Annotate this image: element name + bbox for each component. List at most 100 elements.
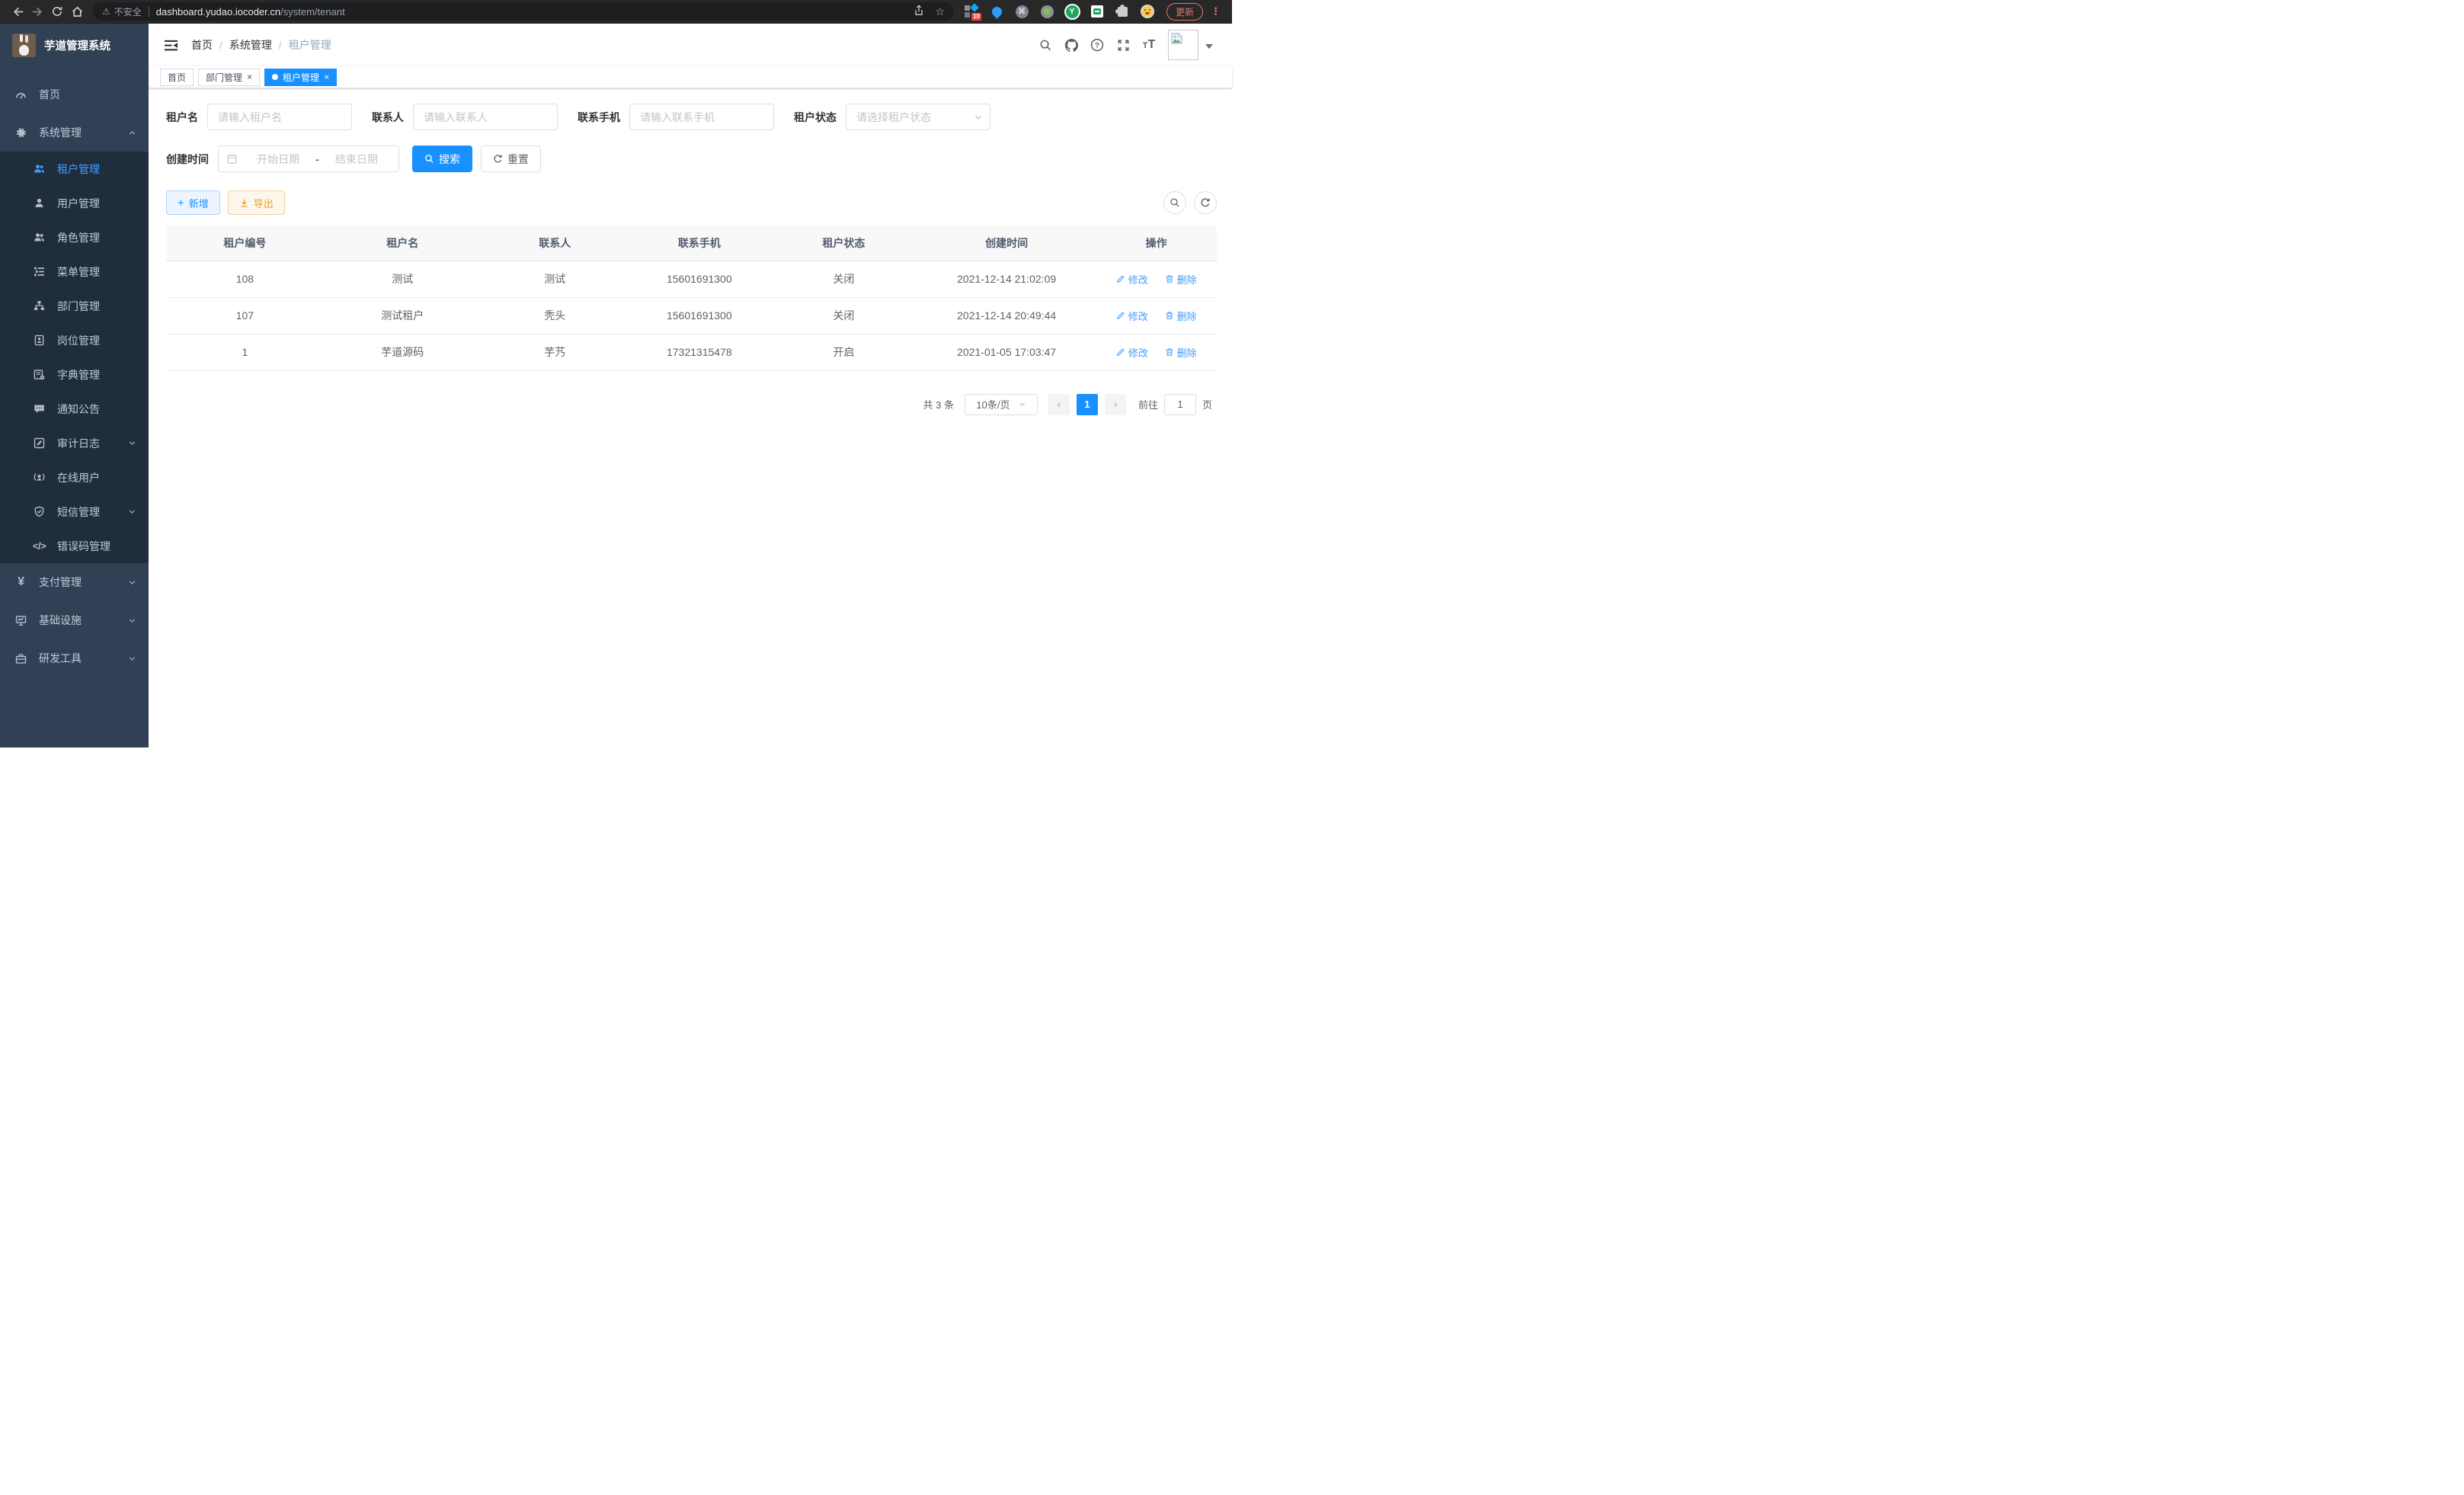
avatar-caret-icon[interactable] <box>1205 44 1213 53</box>
users-icon <box>33 163 46 174</box>
app-logo-row[interactable]: 芋道管理系统 <box>0 24 149 66</box>
map-pin-extension-icon[interactable] <box>990 5 1003 18</box>
add-button[interactable]: + 新增 <box>166 190 220 215</box>
sidebar-item-dict-management[interactable]: 字典管理 <box>0 357 149 392</box>
tenant-name-label: 租户名 <box>166 110 198 125</box>
sidebar-item-tenant-management[interactable]: 租户管理 <box>0 152 149 186</box>
table-row: 1 芋道源码 芋艿 17321315478 开启 2021-01-05 17:0… <box>166 334 1217 370</box>
help-icon[interactable]: ? <box>1084 38 1110 52</box>
forward-icon[interactable] <box>27 2 47 21</box>
export-button[interactable]: 导出 <box>228 190 285 215</box>
sidebar-fold-icon[interactable] <box>164 38 178 53</box>
url-bar[interactable]: ⚠ 不安全 dashboard.yudao.iocoder.cn/system/… <box>93 2 954 21</box>
extension-grid-icon[interactable]: 10 <box>965 5 978 18</box>
avatar[interactable] <box>1168 30 1198 60</box>
sidebar-item-label: 菜单管理 <box>57 264 100 280</box>
github-icon[interactable] <box>1058 38 1084 53</box>
y-extension-icon[interactable]: Y <box>1065 5 1079 18</box>
app-logo <box>12 34 36 57</box>
cell-tenant-id: 1 <box>166 334 324 370</box>
font-size-icon[interactable]: TT <box>1136 38 1162 52</box>
cell-actions: 修改 删除 <box>1096 334 1217 370</box>
edit-link[interactable]: 修改 <box>1116 309 1148 323</box>
contact-input[interactable] <box>413 104 558 130</box>
tenant-name-input[interactable] <box>207 104 352 130</box>
sidebar-item-notice-announcement[interactable]: 通知公告 <box>0 392 149 426</box>
delete-link[interactable]: 删除 <box>1165 345 1197 360</box>
tenant-table: 租户编号 租户名 联系人 联系手机 租户状态 创建时间 操作 108 测试 测试 <box>166 226 1217 371</box>
command-extension-icon[interactable]: ⌘ <box>1015 5 1029 18</box>
delete-link[interactable]: 删除 <box>1165 272 1197 287</box>
reset-button[interactable]: 重置 <box>481 146 541 172</box>
tenant-status-select[interactable] <box>846 104 990 130</box>
cell-created: 2021-12-14 21:02:09 <box>917 261 1096 297</box>
search-button[interactable]: 搜索 <box>412 146 472 172</box>
home-icon[interactable] <box>67 2 87 21</box>
delete-link[interactable]: 删除 <box>1165 309 1197 323</box>
sidebar-item-label: 错误码管理 <box>57 539 110 554</box>
close-icon[interactable]: × <box>247 72 252 82</box>
sidebar-item-label: 基础设施 <box>39 613 82 628</box>
sidebar-item-home[interactable]: 首页 <box>0 75 149 114</box>
sidebar-item-menu-management[interactable]: 菜单管理 <box>0 255 149 289</box>
breadcrumb-system[interactable]: 系统管理 <box>229 37 272 53</box>
prev-page-button[interactable]: ‹ <box>1048 394 1070 415</box>
sidebar-item-sms-management[interactable]: 短信管理 <box>0 495 149 529</box>
cell-tenant-id: 108 <box>166 261 324 297</box>
breadcrumb-home[interactable]: 首页 <box>191 37 213 53</box>
chevron-down-icon <box>128 439 136 447</box>
tab-home[interactable]: 首页 <box>160 69 194 86</box>
date-start-placeholder: 开始日期 <box>244 152 312 167</box>
table-row: 108 测试 测试 15601691300 关闭 2021-12-14 21:0… <box>166 261 1217 297</box>
sidebar-item-label: 支付管理 <box>39 575 82 590</box>
pencil-icon <box>1116 274 1125 283</box>
edit-link[interactable]: 修改 <box>1116 272 1148 287</box>
tab-tenant-management[interactable]: 租户管理 × <box>264 69 337 86</box>
sidebar-item-role-management[interactable]: 角色管理 <box>0 220 149 255</box>
reload-icon[interactable] <box>47 2 67 21</box>
sidebar-menu: 首页 系统管理 租户管理 <box>0 75 149 677</box>
browser-menu-icon[interactable]: ⋮ <box>1211 5 1221 18</box>
chrome-update-button[interactable]: 更新 <box>1166 3 1203 21</box>
profile-avatar-icon[interactable] <box>1141 5 1154 18</box>
tab-department-management[interactable]: 部门管理 × <box>198 69 260 86</box>
chat-extension-icon[interactable] <box>1090 5 1104 18</box>
sidebar-item-label: 系统管理 <box>39 125 82 140</box>
sidebar-item-audit-log[interactable]: 审计日志 <box>0 426 149 460</box>
recorder-extension-icon[interactable] <box>1040 5 1054 18</box>
page-size-select[interactable]: 10条/页 <box>965 394 1038 415</box>
next-page-button[interactable]: › <box>1105 394 1126 415</box>
sidebar-item-label: 字典管理 <box>57 367 100 383</box>
edit-link[interactable]: 修改 <box>1116 345 1148 360</box>
sidebar-item-error-code-management[interactable]: </> 错误码管理 <box>0 529 149 563</box>
sidebar-item-department-management[interactable]: 部门管理 <box>0 289 149 323</box>
cell-contact: 芋艿 <box>482 334 629 370</box>
sidebar-item-system-management[interactable]: 系统管理 <box>0 114 149 152</box>
bookmark-star-icon[interactable]: ☆ <box>935 5 945 18</box>
header-search-icon[interactable] <box>1032 39 1058 52</box>
sidebar-item-payment-management[interactable]: ¥ 支付管理 <box>0 563 149 601</box>
cell-actions: 修改 删除 <box>1096 261 1217 297</box>
trash-icon <box>1165 311 1174 320</box>
sidebar-item-post-management[interactable]: 岗位管理 <box>0 323 149 357</box>
url-host: dashboard.yudao.iocoder.cn <box>156 6 280 18</box>
goto-page-input[interactable] <box>1164 394 1196 415</box>
mobile-input[interactable] <box>629 104 774 130</box>
back-icon[interactable] <box>8 2 27 21</box>
page-1-button[interactable]: 1 <box>1077 394 1098 415</box>
security-warning-icon: ⚠ <box>102 6 110 17</box>
sidebar-item-user-management[interactable]: 用户管理 <box>0 186 149 220</box>
sidebar-item-dev-tools[interactable]: 研发工具 <box>0 639 149 677</box>
cell-tenant-name: 测试 <box>324 261 482 297</box>
sidebar-item-online-users[interactable]: 在线用户 <box>0 460 149 495</box>
date-range-picker[interactable]: 开始日期 - 结束日期 <box>218 146 399 172</box>
refresh-button[interactable] <box>1194 191 1217 214</box>
close-icon[interactable]: × <box>324 72 329 82</box>
share-icon[interactable] <box>914 5 924 18</box>
fullscreen-icon[interactable] <box>1110 39 1136 52</box>
sidebar-item-infrastructure[interactable]: 基础设施 <box>0 601 149 639</box>
page-unit-label: 页 <box>1202 397 1212 411</box>
toggle-search-button[interactable] <box>1163 191 1186 214</box>
puzzle-extensions-icon[interactable] <box>1115 5 1129 18</box>
breadcrumb-current: 租户管理 <box>289 37 331 53</box>
